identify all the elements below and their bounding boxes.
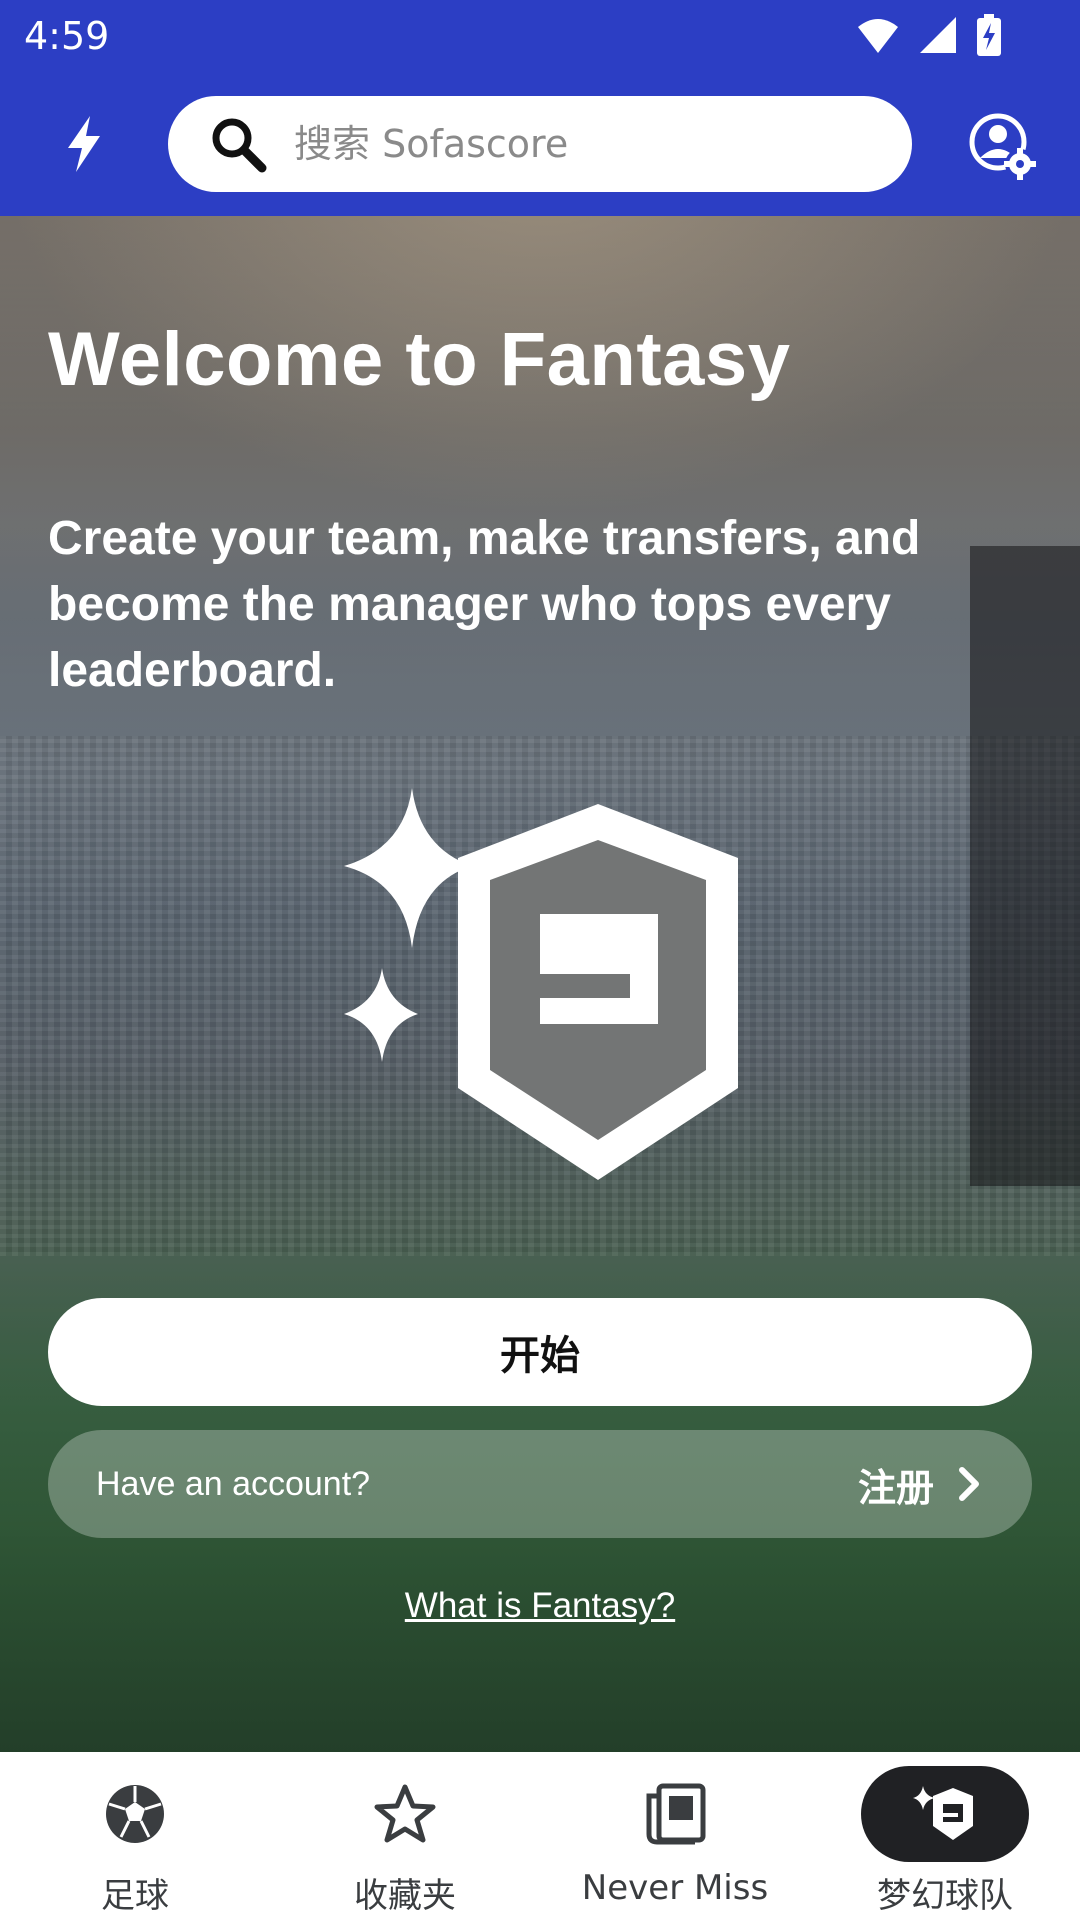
star-icon [374, 1784, 436, 1843]
account-signup-row[interactable]: Have an account? 注册 [48, 1430, 1032, 1538]
search-bar[interactable] [168, 96, 912, 192]
nav-label: Never Miss [581, 1868, 769, 1908]
welcome-subtitle: Create your team, make transfers, and be… [48, 512, 921, 697]
wifi-icon [858, 19, 898, 53]
fantasy-logo-icon [344, 788, 738, 1180]
nav-label: 足球 [101, 1876, 169, 1916]
soccer-ball-icon [106, 1785, 164, 1843]
account-prompt: Have an account? [96, 1464, 371, 1503]
nav-item-fantasy[interactable]: 梦幻球队 [810, 1752, 1080, 1920]
nav-icon-container [51, 1766, 219, 1862]
signup-label: 注册 [857, 1465, 934, 1510]
bottom-navigation: 足球 收藏夹 Never Miss 梦幻球队 [0, 1752, 1080, 1920]
nav-item-never-miss[interactable]: Never Miss [540, 1752, 810, 1920]
chevron-right-icon [959, 1467, 979, 1501]
app-bar [0, 76, 1080, 216]
what-is-fantasy-link[interactable]: What is Fantasy? [0, 1586, 1080, 1626]
search-icon [212, 118, 267, 173]
status-time: 4:59 [24, 14, 110, 58]
status-bar: 4:59 [0, 0, 1080, 76]
fantasy-icon [913, 1786, 973, 1840]
status-icons [856, 14, 1002, 56]
nav-item-football[interactable]: 足球 [0, 1752, 270, 1920]
battery-charging-icon [977, 14, 1001, 56]
nav-icon-container [861, 1766, 1029, 1862]
news-icon [646, 1783, 706, 1845]
lightning-bolt-icon [68, 116, 100, 172]
nav-label: 梦幻球队 [877, 1876, 1013, 1916]
profile-settings-button[interactable] [968, 112, 1040, 184]
nav-icon-container [321, 1766, 489, 1862]
start-button[interactable]: 开始 [48, 1298, 1032, 1406]
welcome-title: Welcome to Fantasy [48, 317, 791, 402]
user-settings-icon [969, 113, 1036, 180]
fantasy-welcome-panel: Welcome to Fantasy Create your team, mak… [0, 216, 1080, 1752]
signal-icon [920, 17, 956, 53]
search-input[interactable] [294, 122, 854, 166]
nav-icon-container [591, 1766, 759, 1862]
nav-item-favorites[interactable]: 收藏夹 [270, 1752, 540, 1920]
nav-label: 收藏夹 [354, 1876, 456, 1916]
signup-link[interactable]: 注册 [858, 1457, 984, 1512]
live-button[interactable] [56, 112, 112, 176]
